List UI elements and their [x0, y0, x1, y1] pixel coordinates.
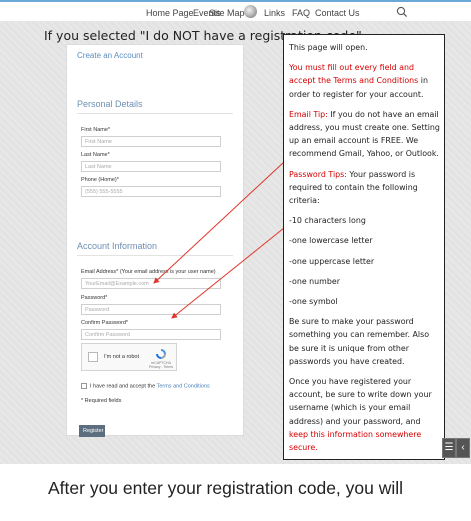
criteria-item: -one number	[289, 276, 340, 286]
divider	[77, 113, 233, 114]
terms-row[interactable]: I have read and accept the Terms and Con…	[81, 383, 210, 389]
recaptcha-icon	[156, 349, 166, 359]
recaptcha-label: I'm not a robot	[104, 354, 139, 360]
divider	[77, 255, 233, 256]
personal-details-heading: Personal Details	[77, 99, 143, 109]
first-name-field[interactable]: First Name	[81, 136, 221, 147]
criteria-item: -one lowercase letter	[289, 236, 373, 246]
search-icon[interactable]	[396, 6, 408, 18]
nav-site-map[interactable]: Site Map	[209, 8, 245, 18]
menu-icon[interactable]: ☰	[442, 438, 456, 458]
account-information-heading: Account Information	[77, 241, 158, 251]
callout-must-fill: You must fill out every field and accept…	[289, 61, 440, 101]
nav-home-page[interactable]: Home Page	[146, 8, 194, 18]
create-account-form: Create an Account Personal Details First…	[66, 44, 244, 437]
globe-icon	[244, 5, 257, 18]
recaptcha-widget[interactable]: I'm not a robot reCAPTCHA Privacy - Term…	[81, 343, 177, 371]
caption-text: After you enter your registration code, …	[48, 478, 404, 498]
confirm-password-label: Confirm Password*	[81, 320, 129, 326]
phone-label: Phone (Home)*	[81, 177, 119, 183]
callout-must-fill-red: You must fill out every field and accept…	[289, 63, 419, 86]
nav-faq[interactable]: FAQ	[292, 8, 310, 18]
register-button[interactable]: Register	[79, 425, 105, 437]
password-tips-label: Password Tips:	[289, 169, 347, 179]
nav-contact-us[interactable]: Contact Us	[315, 8, 360, 18]
email-tip-label: Email Tip:	[289, 109, 328, 119]
email-label: Email Address* (Your email address is yo…	[81, 269, 216, 275]
registered-text: Once you have registered your account, b…	[289, 377, 432, 426]
email-field[interactable]: YourEmail@Example.com	[81, 278, 221, 289]
criteria-item: -one uppercase letter	[289, 256, 375, 266]
criteria-item: -one symbol	[289, 297, 338, 307]
instructions-callout: This page will open. You must fill out e…	[283, 34, 445, 460]
phone-field[interactable]: (555) 555-5555	[81, 186, 221, 197]
terms-checkbox[interactable]	[81, 383, 87, 389]
top-navigation: Home Page Events Site Map Links FAQ Cont…	[0, 0, 471, 22]
callout-open: This page will open.	[289, 43, 368, 52]
required-fields-note: * Required fields	[81, 398, 122, 404]
last-name-label: Last Name*	[81, 152, 110, 158]
create-account-title[interactable]: Create an Account	[77, 51, 143, 60]
callout-registered: Once you have registered your account, b…	[289, 375, 440, 454]
password-field[interactable]: Password	[81, 304, 221, 315]
registered-red: keep this information somewhere secure.	[289, 429, 422, 453]
password-label: Password*	[81, 295, 108, 301]
first-name-label: First Name*	[81, 127, 111, 133]
chevron-left-icon[interactable]: ‹	[456, 438, 470, 458]
terms-text: I have read and accept the	[90, 383, 157, 390]
nav-links[interactable]: Links	[264, 8, 285, 18]
callout-password-tips: Password Tips: Your password is required…	[289, 168, 440, 208]
criteria-item: -10 characters long	[289, 216, 366, 226]
recaptcha-brand: reCAPTCHA Privacy - Terms	[148, 361, 174, 369]
callout-email-tip: Email Tip: If you do not have an email a…	[289, 108, 440, 161]
recaptcha-links[interactable]: Privacy - Terms	[149, 365, 173, 369]
callout-remember: Be sure to make your password something …	[289, 317, 430, 366]
last-name-field[interactable]: Last Name	[81, 161, 221, 172]
recaptcha-checkbox[interactable]	[88, 352, 98, 362]
confirm-password-field[interactable]: Confirm Password	[81, 329, 221, 340]
terms-link[interactable]: Terms and Conditions	[157, 383, 210, 389]
